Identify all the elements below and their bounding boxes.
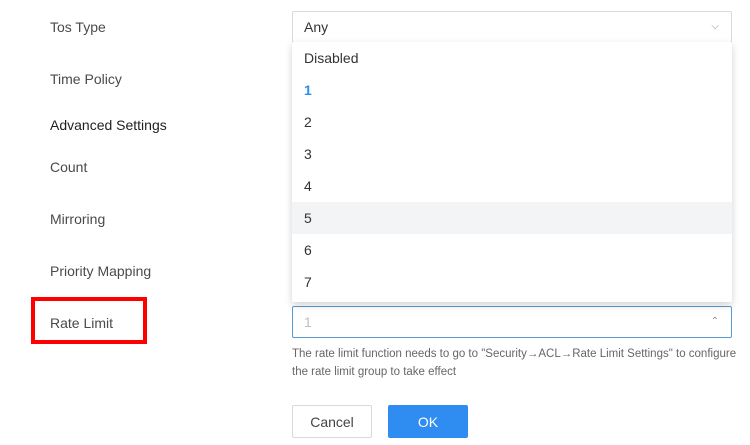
tos-type-value: Any	[304, 19, 329, 35]
rate-limit-dropdown: Disabled 1 2 3 4 5 6 7	[292, 42, 732, 302]
rate-limit-option[interactable]: 2	[292, 106, 732, 138]
priority-mapping-label: Priority Mapping	[50, 263, 152, 279]
cancel-button[interactable]: Cancel	[292, 405, 372, 438]
rate-limit-hint: The rate limit function needs to go to "…	[292, 348, 737, 378]
ok-button[interactable]: OK	[388, 405, 468, 438]
rate-limit-option[interactable]: 3	[292, 138, 732, 170]
rate-limit-value: 1	[304, 314, 312, 330]
mirroring-label: Mirroring	[50, 211, 106, 227]
rate-limit-option[interactable]: 1	[292, 74, 732, 106]
tos-type-select[interactable]: Any ⌵	[292, 11, 732, 43]
count-label: Count	[50, 159, 88, 175]
chevron-down-icon: ⌵	[711, 21, 719, 32]
rate-limit-option[interactable]: 6	[292, 234, 732, 266]
rate-limit-option[interactable]: 5	[292, 202, 732, 234]
rate-limit-option[interactable]: 7	[292, 266, 732, 298]
chevron-up-icon: ⌃	[710, 316, 719, 327]
rate-limit-option[interactable]: Disabled	[292, 42, 732, 74]
advanced-settings-title: Advanced Settings	[50, 117, 167, 133]
tos-type-label: Tos Type	[50, 19, 106, 35]
time-policy-label: Time Policy	[50, 71, 122, 87]
rate-limit-option[interactable]: 4	[292, 170, 732, 202]
rate-limit-select[interactable]: 1 ⌃	[292, 306, 732, 338]
rate-limit-label: Rate Limit	[50, 315, 114, 331]
